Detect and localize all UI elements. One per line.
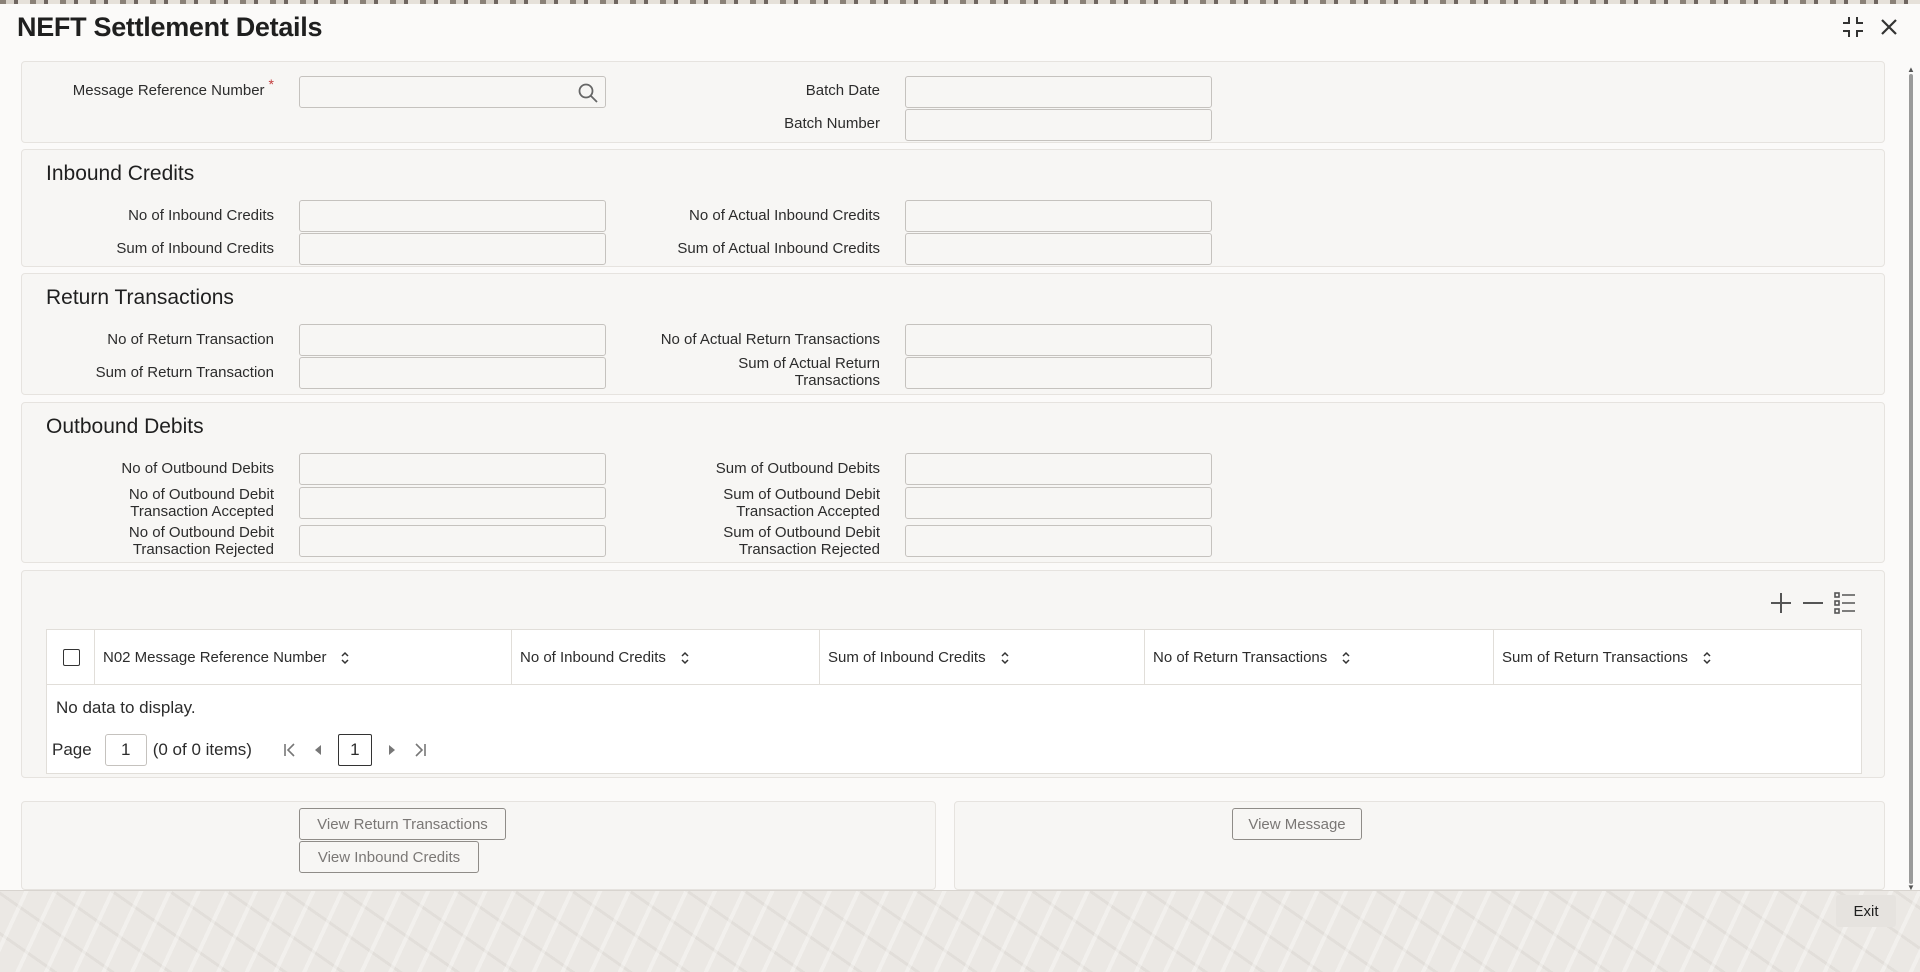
sum-outbound-accepted-line2: Transaction Accepted [736,503,880,520]
sum-outbound-debit-accepted-label: Sum of Outbound Debit Transaction Accept… [582,486,880,520]
batch-date-input[interactable] [905,76,1212,108]
sum-actual-return-label-line1: Sum of Actual Return [738,355,880,372]
no-actual-return-transactions-label: No of Actual Return Transactions [660,331,880,348]
view-return-transactions-button[interactable]: View Return Transactions [299,808,506,840]
inbound-credits-title: Inbound Credits [46,162,195,185]
no-actual-inbound-credits-input[interactable] [905,200,1212,232]
scrollbar-thumb[interactable] [1909,74,1913,884]
no-actual-return-transactions-input[interactable] [905,324,1212,356]
scroll-up-arrow[interactable]: ▲ [1906,66,1916,74]
view-message-button[interactable]: View Message [1232,808,1362,840]
no-outbound-debit-accepted-input[interactable] [299,487,606,519]
sum-actual-return-transactions-input[interactable] [905,357,1212,389]
column-list-icon[interactable] [1832,590,1858,616]
col-label: No of Inbound Credits [520,649,666,666]
sum-outbound-accepted-line1: Sum of Outbound Debit [723,486,880,503]
settlement-grid: N02 Message Reference Number No of Inbou… [46,629,1862,774]
no-inbound-credits-label: No of Inbound Credits [128,207,274,224]
sort-icon[interactable] [1702,650,1712,666]
no-outbound-rejected-line1: No of Outbound Debit [128,524,274,541]
page-number-input[interactable]: 1 [104,734,147,766]
sum-actual-return-transactions-label: Sum of Actual Return Transactions [582,355,880,389]
batch-date-label: Batch Date [805,82,880,99]
no-outbound-debits-input[interactable] [299,453,606,485]
sum-outbound-debit-accepted-input[interactable] [905,487,1212,519]
sort-icon[interactable] [680,650,690,666]
required-marker: * [268,76,274,92]
delete-row-icon[interactable] [1800,590,1826,616]
no-outbound-debit-accepted-label: No of Outbound Debit Transaction Accepte… [22,486,274,520]
items-count: (0 of 0 items) [152,740,252,759]
message-reference-input[interactable] [299,76,606,108]
return-transactions-title: Return Transactions [46,286,234,309]
window-title: NEFT Settlement Details [17,12,323,42]
sum-inbound-credits-input[interactable] [299,233,606,265]
col-sum-return-transactions[interactable]: Sum of Return Transactions [1493,630,1861,685]
footer-bar [0,890,1920,972]
no-outbound-debit-rejected-input[interactable] [299,525,606,557]
sum-actual-return-label-line2: Transactions [794,372,880,389]
sort-icon[interactable] [1000,650,1010,666]
no-outbound-accepted-line2: Transaction Accepted [130,503,274,520]
sum-return-transaction-label: Sum of Return Transaction [95,364,274,381]
sum-return-transaction-input[interactable] [299,357,606,389]
view-inbound-credits-button[interactable]: View Inbound Credits [299,841,479,873]
sort-icon[interactable] [340,650,350,666]
sum-outbound-debits-input[interactable] [905,453,1212,485]
col-label: Sum of Inbound Credits [828,649,986,666]
col-label: Sum of Return Transactions [1502,649,1688,666]
no-outbound-rejected-line2: Transaction Rejected [132,541,274,558]
message-reference-label-text: Message Reference Number [72,82,265,99]
outbound-debits-title: Outbound Debits [46,415,204,438]
col-n02-message-reference[interactable]: N02 Message Reference Number [94,630,511,685]
message-reference-label: Message Reference Number * [22,76,274,99]
sum-inbound-credits-label: Sum of Inbound Credits [116,240,274,257]
col-no-inbound-credits[interactable]: No of Inbound Credits [511,630,819,685]
sum-outbound-debit-rejected-input[interactable] [905,525,1212,557]
no-outbound-accepted-line1: No of Outbound Debit [128,486,274,503]
sum-actual-inbound-credits-label: Sum of Actual Inbound Credits [677,240,880,257]
sort-icon[interactable] [1341,650,1351,666]
return-transactions-panel: Return Transactions No of Return Transac… [21,273,1885,395]
no-actual-inbound-credits-label: No of Actual Inbound Credits [689,207,880,224]
last-page-icon[interactable] [412,742,428,758]
pagination: Page 1 (0 of 0 items) 1 [52,733,428,767]
col-sum-inbound-credits[interactable]: Sum of Inbound Credits [819,630,1144,685]
previous-page-icon[interactable] [310,742,326,758]
right-button-panel [954,801,1885,890]
no-inbound-credits-input[interactable] [299,200,606,232]
page-label: Page [52,740,92,759]
next-page-icon[interactable] [384,742,400,758]
add-row-icon[interactable] [1768,590,1794,616]
sum-outbound-debit-rejected-label: Sum of Outbound Debit Transaction Reject… [582,524,880,558]
sum-outbound-rejected-line1: Sum of Outbound Debit [723,524,880,541]
current-page-button[interactable]: 1 [337,734,372,766]
no-outbound-debit-rejected-label: No of Outbound Debit Transaction Rejecte… [22,524,274,558]
batch-number-label: Batch Number [784,115,880,132]
sum-outbound-debits-label: Sum of Outbound Debits [715,460,880,477]
vertical-scrollbar[interactable]: ▲ ▼ [1906,66,1916,892]
select-all-checkbox[interactable] [63,649,80,666]
inbound-credits-panel: Inbound Credits No of Inbound Credits Su… [21,149,1885,267]
batch-number-input[interactable] [905,109,1212,141]
col-label: N02 Message Reference Number [103,649,327,666]
header-panel: Message Reference Number * Batch Date Bat… [21,61,1885,143]
close-icon[interactable] [1876,14,1902,40]
no-return-transaction-label: No of Return Transaction [107,331,274,348]
first-page-icon[interactable] [282,742,298,758]
grid-header: N02 Message Reference Number No of Inbou… [47,630,1861,685]
exit-button[interactable]: Exit [1836,895,1896,927]
no-outbound-debits-label: No of Outbound Debits [121,460,274,477]
neft-settlement-window: NEFT Settlement Details Message Referenc… [0,4,1920,892]
no-data-message: No data to display. [56,698,196,717]
outbound-debits-panel: Outbound Debits No of Outbound Debits No… [21,402,1885,563]
sum-outbound-rejected-line2: Transaction Rejected [738,541,880,558]
minimize-window-icon[interactable] [1840,14,1866,40]
sum-actual-inbound-credits-input[interactable] [905,233,1212,265]
col-no-return-transactions[interactable]: No of Return Transactions [1144,630,1493,685]
col-label: No of Return Transactions [1153,649,1328,666]
no-return-transaction-input[interactable] [299,324,606,356]
